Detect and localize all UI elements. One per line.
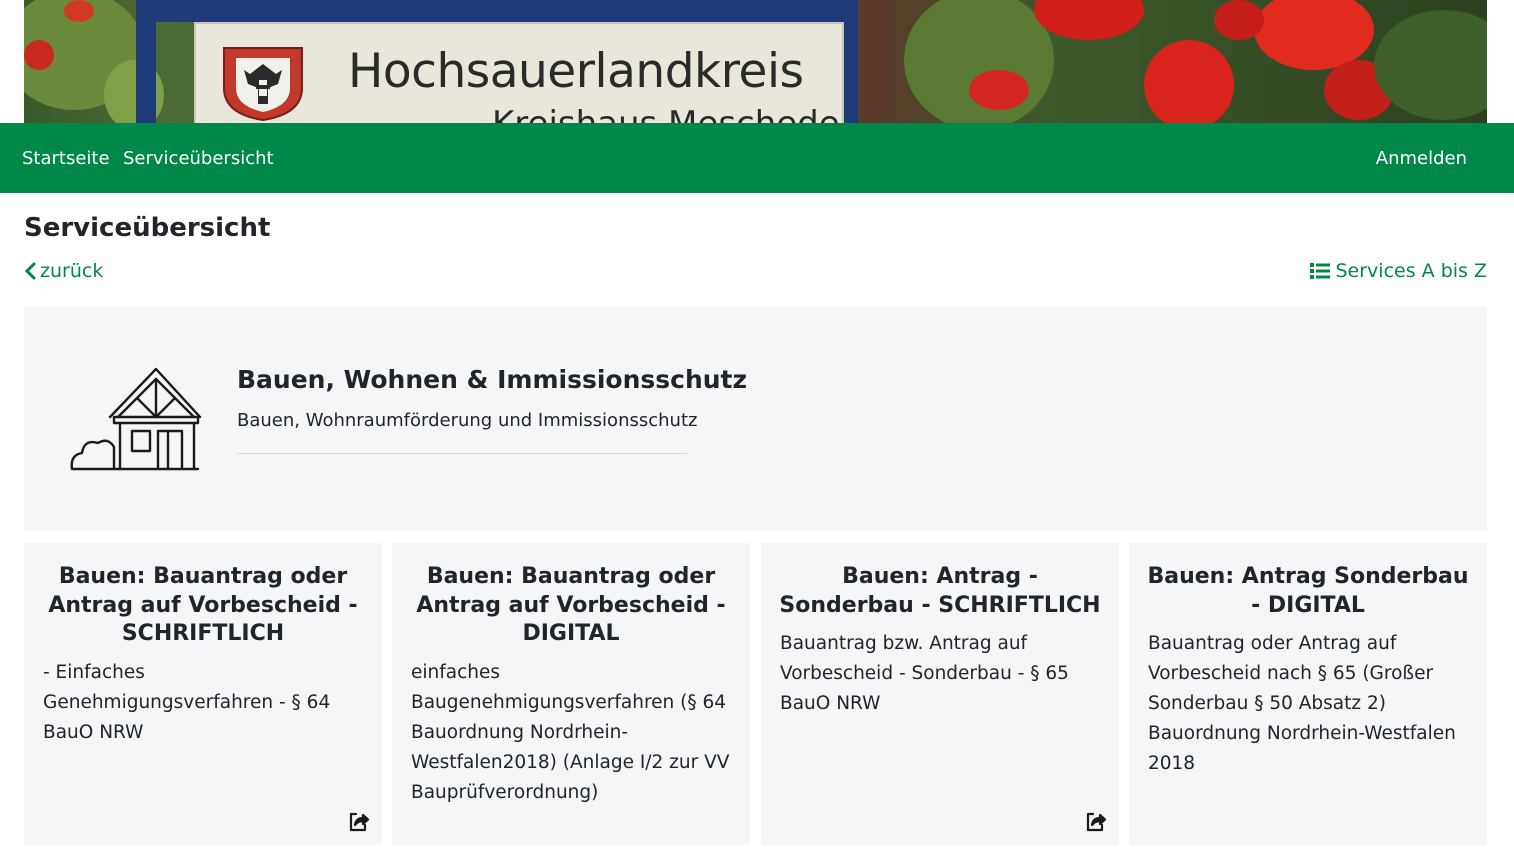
banner-sign-title: Hochsauerlandkreis: [348, 44, 804, 99]
page-title: Serviceübersicht: [24, 213, 271, 243]
service-card[interactable]: Bauen: Bauantrag oder Antrag auf Vorbesc…: [24, 543, 382, 845]
service-card[interactable]: Bauen: Bauantrag oder Antrag auf Vorbesc…: [392, 543, 750, 845]
category-title: Bauen, Wohnen & Immissionsschutz: [237, 365, 748, 394]
category-divider: [237, 453, 687, 454]
external-link-icon[interactable]: [348, 811, 370, 833]
back-link[interactable]: zurück: [24, 260, 103, 282]
service-card-title: Bauen: Antrag - Sonderbau - SCHRIFTLICH: [779, 564, 1101, 618]
banner-sign-subtitle: Kreishaus Meschede: [492, 104, 840, 123]
service-card-description: Bauantrag bzw. Antrag auf Vorbescheid - …: [780, 633, 1069, 714]
service-card-title: Bauen: Bauantrag oder Antrag auf Vorbesc…: [48, 564, 358, 646]
service-card-title: Bauen: Bauantrag oder Antrag auf Vorbesc…: [416, 564, 726, 646]
service-card[interactable]: Bauen: Antrag Sonderbau - DIGITAL Bauant…: [1129, 543, 1487, 845]
nav-link-home[interactable]: Startseite: [22, 148, 110, 169]
list-icon: [1309, 263, 1330, 279]
services-a-z-label: Services A bis Z: [1335, 260, 1488, 282]
back-link-label: zurück: [40, 260, 104, 282]
service-card-title: Bauen: Antrag Sonderbau - DIGITAL: [1147, 564, 1469, 618]
category-panel: Bauen, Wohnen & Immissionsschutz Bauen, …: [24, 307, 1487, 531]
nav-link-services[interactable]: Serviceübersicht: [123, 148, 274, 169]
banner-sign: Hochsauerlandkreis Kreishaus Meschede: [194, 22, 844, 123]
service-card[interactable]: Bauen: Antrag - Sonderbau - SCHRIFTLICH …: [761, 543, 1119, 845]
category-description: Bauen, Wohnraumförderung und Immissionss…: [237, 410, 698, 431]
house-construction-icon: [70, 367, 202, 471]
chevron-left-icon: [24, 262, 36, 280]
service-card-description: - Einfaches Genehmigungsverfahren - § 64…: [43, 662, 331, 743]
header-banner-image: Hochsauerlandkreis Kreishaus Meschede: [24, 0, 1487, 123]
main-navbar: Startseite Serviceübersicht Anmelden: [0, 123, 1514, 193]
external-link-icon[interactable]: [1085, 811, 1107, 833]
coat-of-arms-icon: [223, 47, 303, 122]
service-card-description: einfaches Baugenehmigungsverfahren (§ 64…: [411, 662, 730, 803]
login-link[interactable]: Anmelden: [1376, 148, 1467, 169]
service-card-description: Bauantrag oder Antrag auf Vorbescheid na…: [1148, 633, 1456, 774]
services-a-z-link[interactable]: Services A bis Z: [1309, 260, 1488, 282]
